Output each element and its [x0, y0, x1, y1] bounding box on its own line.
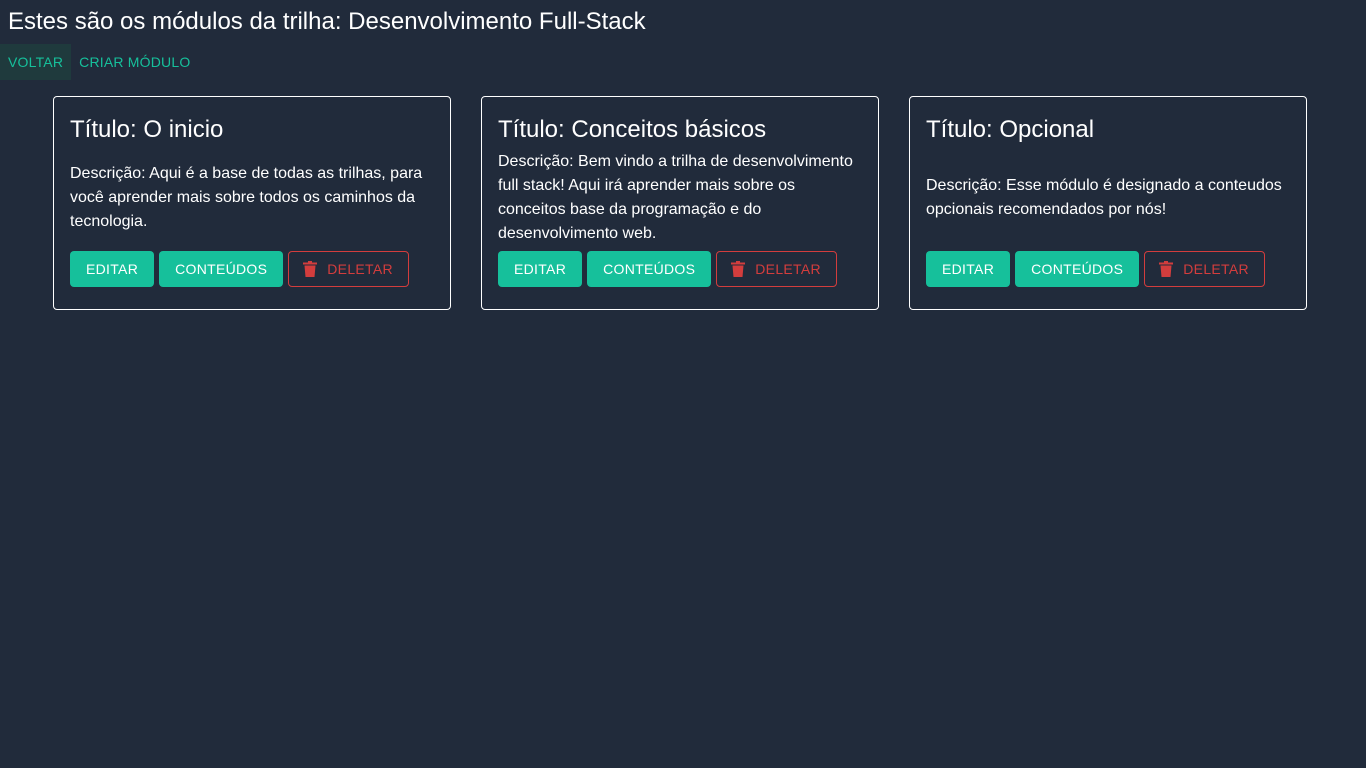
- module-title: Título: Opcional: [926, 116, 1095, 143]
- contents-button[interactable]: CONTEÚDOS: [159, 251, 284, 287]
- toolbar: VOLTAR CRIAR MÓDULO: [0, 44, 198, 80]
- module-description: Descrição: Aqui é a base de todas as tri…: [70, 165, 423, 230]
- trash-icon: [1159, 261, 1174, 277]
- contents-button[interactable]: CONTEÚDOS: [587, 251, 712, 287]
- module-list: Título: O inicio Descrição: Aqui é a bas…: [53, 96, 1307, 310]
- module-title: Título: O inicio: [70, 116, 224, 143]
- module-actions: EDITAR CONTEÚDOS DELETAR: [926, 251, 1265, 287]
- delete-button[interactable]: DELETAR: [288, 251, 409, 287]
- contents-button[interactable]: CONTEÚDOS: [1015, 251, 1140, 287]
- module-actions: EDITAR CONTEÚDOS DELETAR: [70, 251, 409, 287]
- module-description: Descrição: Esse módulo é designado a con…: [926, 177, 1282, 218]
- module-description: Descrição: Bem vindo a trilha de desenvo…: [498, 153, 853, 242]
- module-card: Título: Opcional Descrição: Esse módulo …: [909, 96, 1307, 310]
- create-module-button[interactable]: CRIAR MÓDULO: [71, 44, 198, 80]
- delete-button[interactable]: DELETAR: [716, 251, 837, 287]
- back-button[interactable]: VOLTAR: [0, 44, 72, 80]
- module-actions: EDITAR CONTEÚDOS DELETAR: [498, 251, 837, 287]
- delete-label: DELETAR: [327, 261, 393, 277]
- trash-icon: [303, 261, 318, 277]
- edit-button[interactable]: EDITAR: [926, 251, 1011, 287]
- module-card: Título: O inicio Descrição: Aqui é a bas…: [53, 96, 451, 310]
- edit-button[interactable]: EDITAR: [498, 251, 583, 287]
- page-title: Estes são os módulos da trilha: Desenvol…: [8, 8, 646, 35]
- delete-label: DELETAR: [1183, 261, 1249, 277]
- module-title: Título: Conceitos básicos: [498, 116, 767, 143]
- trash-icon: [731, 261, 746, 277]
- delete-label: DELETAR: [755, 261, 821, 277]
- module-card: Título: Conceitos básicos Descrição: Bem…: [481, 96, 879, 310]
- delete-button[interactable]: DELETAR: [1144, 251, 1265, 287]
- edit-button[interactable]: EDITAR: [70, 251, 155, 287]
